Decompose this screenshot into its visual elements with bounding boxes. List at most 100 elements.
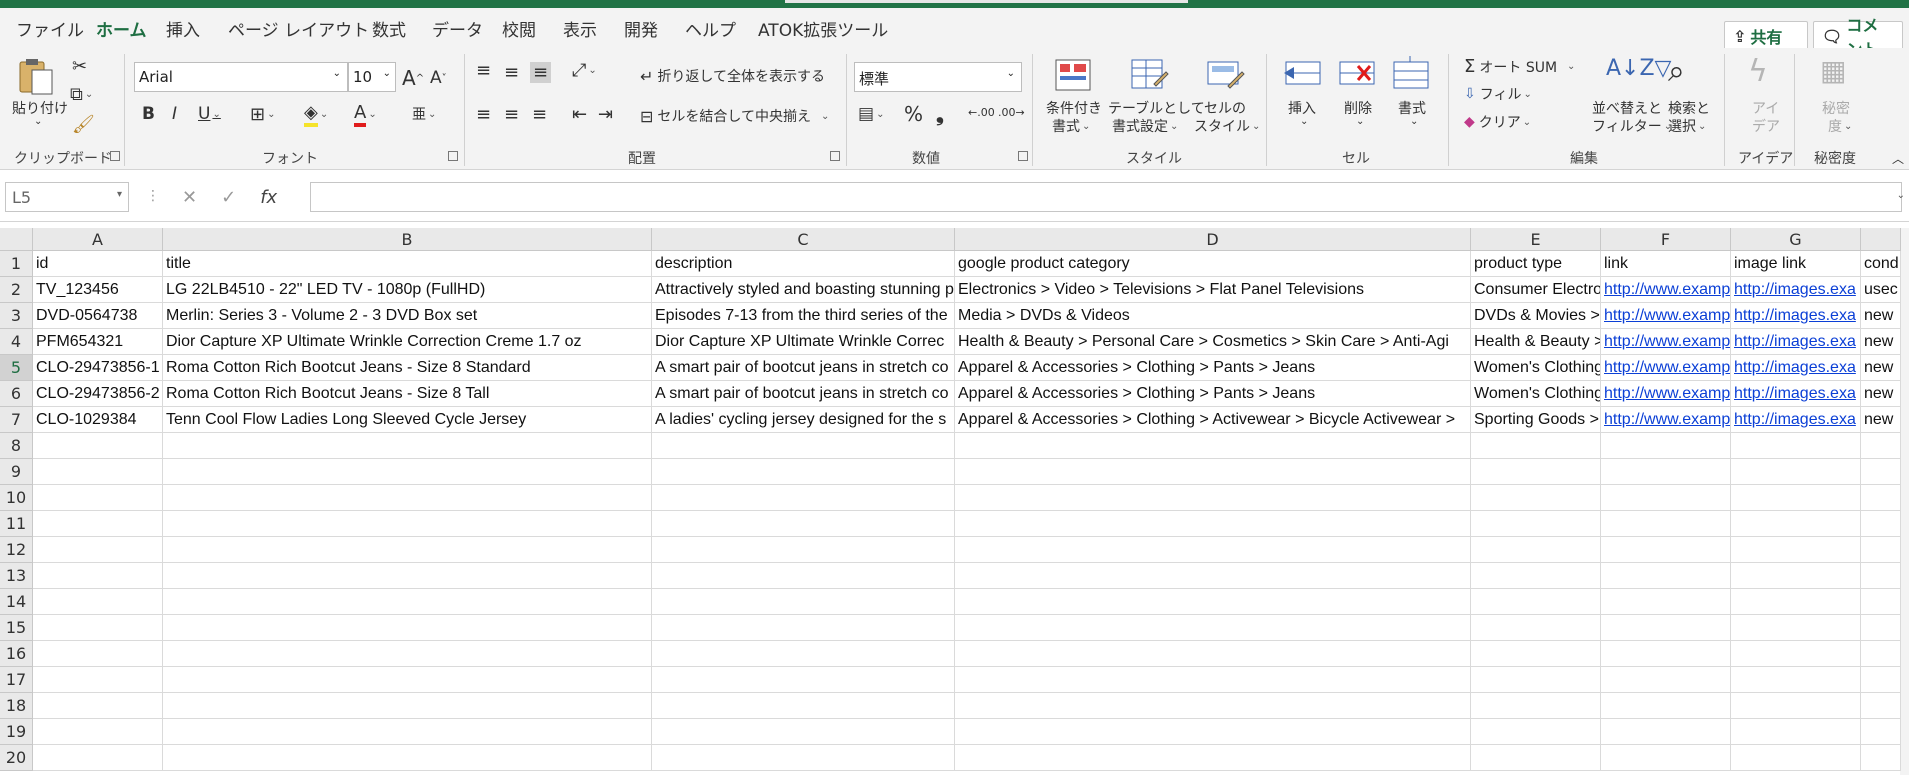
cell[interactable]	[955, 641, 1471, 667]
collapse-ribbon-icon[interactable]: ︿	[1892, 150, 1904, 167]
cell[interactable]: new	[1861, 381, 1901, 407]
row-header[interactable]: 16	[0, 641, 33, 667]
tab-atok[interactable]: ATOK拡張ツール	[758, 16, 888, 41]
hyperlink-cell[interactable]: http://images.exa	[1731, 277, 1861, 303]
tab-review[interactable]: 校閲	[502, 16, 536, 41]
cell[interactable]	[1731, 485, 1861, 511]
tab-formulas[interactable]: 数式	[372, 16, 406, 41]
font-size-select[interactable]: 10 ⌄	[348, 62, 396, 92]
cell[interactable]	[1601, 485, 1731, 511]
cut-icon[interactable]: ✂	[72, 56, 87, 77]
cell[interactable]	[1861, 589, 1901, 615]
cell[interactable]	[652, 485, 955, 511]
cell[interactable]	[1861, 459, 1901, 485]
cell[interactable]	[163, 615, 652, 641]
cell[interactable]	[1601, 589, 1731, 615]
font-color-icon[interactable]: A ⌄	[354, 102, 377, 127]
cell[interactable]	[955, 433, 1471, 459]
cell[interactable]: A smart pair of bootcut jeans in stretch…	[652, 355, 955, 381]
cell[interactable]	[1601, 745, 1731, 771]
cell[interactable]: title	[163, 251, 652, 277]
tab-home[interactable]: ホーム	[96, 16, 147, 41]
cell[interactable]	[1471, 719, 1601, 745]
fill-button[interactable]: ⇩ フィル ⌄	[1464, 84, 1532, 104]
hyperlink-cell[interactable]: http://images.exa	[1731, 355, 1861, 381]
cell[interactable]	[1731, 641, 1861, 667]
cell[interactable]	[652, 719, 955, 745]
insert-function-icon[interactable]: fx	[260, 187, 277, 208]
cell[interactable]: Dior Capture XP Ultimate Wrinkle Correct…	[163, 329, 652, 355]
cell[interactable]: id	[33, 251, 163, 277]
cell[interactable]	[955, 719, 1471, 745]
row-header[interactable]: 13	[0, 563, 33, 589]
cell[interactable]: Apparel & Accessories > Clothing > Pants…	[955, 355, 1471, 381]
cell[interactable]: Episodes 7-13 from the third series of t…	[652, 303, 955, 329]
cell[interactable]	[1731, 745, 1861, 771]
cell[interactable]: DVD-0564738	[33, 303, 163, 329]
hyperlink-cell[interactable]: http://www.examp	[1601, 355, 1731, 381]
row-header[interactable]: 11	[0, 511, 33, 537]
cell[interactable]	[1731, 459, 1861, 485]
cell[interactable]	[1861, 563, 1901, 589]
italic-icon[interactable]: I	[172, 104, 177, 124]
accounting-format-icon[interactable]: ▤ ⌄	[858, 104, 884, 124]
hyperlink-cell[interactable]: http://www.examp	[1601, 277, 1731, 303]
column-header[interactable]: A	[33, 228, 163, 251]
cell[interactable]: Women's Clothing	[1471, 355, 1601, 381]
cell[interactable]: link	[1601, 251, 1731, 277]
cell[interactable]	[1861, 667, 1901, 693]
cell[interactable]	[652, 667, 955, 693]
cell[interactable]	[652, 615, 955, 641]
cell[interactable]: Health & Beauty >	[1471, 329, 1601, 355]
cell[interactable]	[1601, 693, 1731, 719]
cell[interactable]	[955, 667, 1471, 693]
cell[interactable]	[955, 589, 1471, 615]
cell[interactable]	[33, 641, 163, 667]
cell[interactable]: google product category	[955, 251, 1471, 277]
cell[interactable]	[33, 719, 163, 745]
cell[interactable]: new	[1861, 329, 1901, 355]
cell[interactable]: cond	[1861, 251, 1901, 277]
cell[interactable]	[1731, 563, 1861, 589]
cell[interactable]: Dior Capture XP Ultimate Wrinkle Correc	[652, 329, 955, 355]
cell[interactable]	[1731, 433, 1861, 459]
copy-icon[interactable]: ⧉ ⌄	[70, 84, 93, 105]
hyperlink-cell[interactable]: http://www.examp	[1601, 329, 1731, 355]
phonetic-icon[interactable]: 亜 ⌄	[412, 104, 436, 124]
alignment-launcher-icon[interactable]	[830, 151, 840, 161]
cell[interactable]: Merlin: Series 3 - Volume 2 - 3 DVD Box …	[163, 303, 652, 329]
cell[interactable]	[1471, 745, 1601, 771]
tab-help[interactable]: ヘルプ	[685, 16, 736, 41]
column-header[interactable]: F	[1601, 228, 1731, 251]
tab-view[interactable]: 表示	[563, 16, 597, 41]
cell[interactable]: Health & Beauty > Personal Care > Cosmet…	[955, 329, 1471, 355]
cell[interactable]	[33, 745, 163, 771]
cell[interactable]	[1861, 745, 1901, 771]
cell[interactable]: new	[1861, 407, 1901, 433]
format-painter-icon[interactable]: 🖌	[72, 114, 95, 135]
cell[interactable]: A ladies' cycling jersey designed for th…	[652, 407, 955, 433]
align-center-icon[interactable]: ≡	[504, 104, 519, 125]
font-name-select[interactable]: Arial ⌄	[134, 62, 348, 92]
cell[interactable]: Sporting Goods >	[1471, 407, 1601, 433]
cell[interactable]	[1861, 537, 1901, 563]
increase-font-icon[interactable]: A ^	[402, 66, 424, 90]
number-launcher-icon[interactable]	[1018, 151, 1028, 161]
cell[interactable]	[1471, 563, 1601, 589]
orientation-icon[interactable]: ⤢ ⌄	[572, 60, 597, 81]
cell[interactable]	[955, 459, 1471, 485]
row-header[interactable]: 6	[0, 381, 33, 407]
cell[interactable]	[163, 589, 652, 615]
cell[interactable]	[1731, 667, 1861, 693]
cell[interactable]	[1861, 511, 1901, 537]
cell[interactable]	[163, 641, 652, 667]
increase-decimal-icon[interactable]: ←.00	[968, 106, 995, 119]
tab-insert[interactable]: 挿入	[166, 16, 200, 41]
cell[interactable]: Media > DVDs & Videos	[955, 303, 1471, 329]
cell[interactable]	[1471, 615, 1601, 641]
cell[interactable]	[1471, 433, 1601, 459]
column-header[interactable]	[1861, 228, 1901, 251]
hyperlink-cell[interactable]: http://images.exa	[1731, 381, 1861, 407]
align-bottom-icon[interactable]: ≡	[530, 62, 552, 83]
column-header[interactable]: E	[1471, 228, 1601, 251]
